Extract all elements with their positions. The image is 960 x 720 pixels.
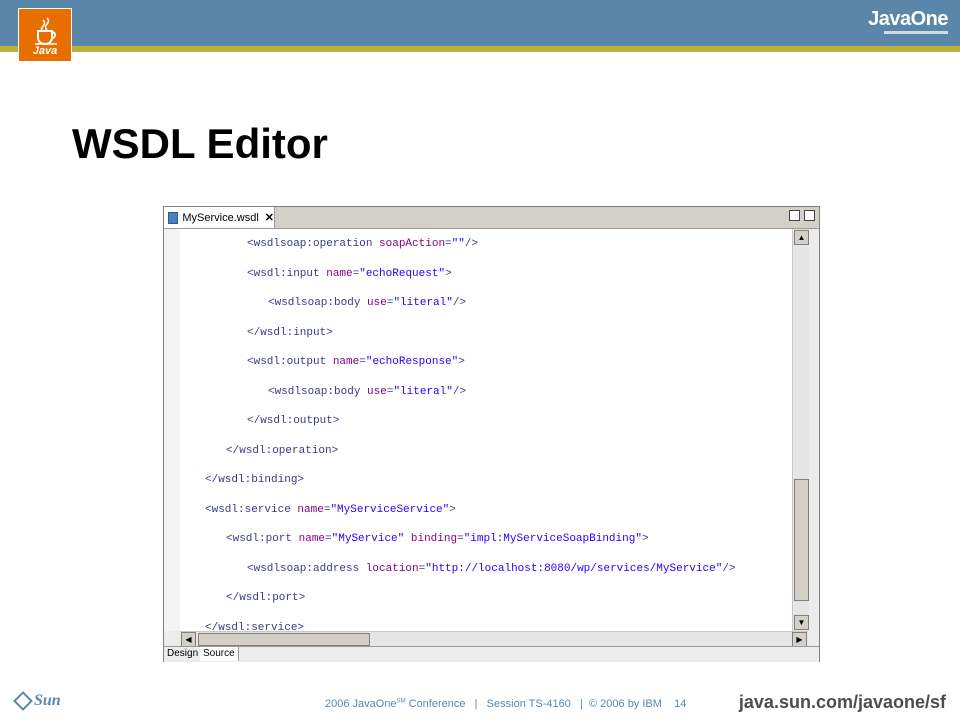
- code-token: "echoRequest": [359, 267, 446, 280]
- code-token: />: [464, 238, 479, 250]
- close-icon[interactable]: ✕: [265, 211, 274, 224]
- code-line: </wsdl:output>: [247, 414, 339, 428]
- code-line: <wsdl:port name="MyService" binding="imp…: [226, 532, 649, 546]
- code-token: >: [458, 356, 465, 368]
- code-token: </wsdl:port>: [226, 592, 306, 604]
- footer-conference-prefix: 2006 JavaOne: [325, 698, 397, 710]
- code-token: >: [445, 267, 452, 280]
- editor-tab-bar: MyService.wsdl ✕: [164, 207, 819, 229]
- java-cup-icon: [35, 17, 57, 45]
- code-token: name: [297, 503, 324, 516]
- footer-conference-info: 2006 JavaOneSM Conference | Session TS-4…: [325, 698, 686, 710]
- vertical-scroll-thumb[interactable]: [794, 479, 809, 601]
- code-token: "literal": [393, 385, 453, 398]
- code-token: "echoResponse": [365, 356, 459, 368]
- file-icon: [168, 211, 179, 224]
- code-token: >: [641, 533, 649, 545]
- code-token: =: [445, 238, 452, 250]
- javaone-logo-tagline: [884, 31, 948, 34]
- footer-conference-suffix: Conference | Session TS-4160 | © 2006 by…: [405, 698, 687, 710]
- code-token: =: [359, 356, 366, 368]
- code-line: <wsdlsoap:operation soapAction=""/>: [247, 237, 478, 251]
- code-token: >: [449, 503, 456, 516]
- code-line: <wsdl:input name="echoRequest">: [247, 267, 452, 281]
- code-line: </wsdl:input>: [247, 326, 333, 340]
- code-token: </wsdl:operation>: [226, 444, 339, 457]
- code-token: "literal": [393, 297, 453, 309]
- scroll-down-icon[interactable]: ▼: [794, 615, 809, 630]
- code-line: <wsdl:output name="echoResponse">: [247, 355, 465, 369]
- code-line: <wsdlsoap:body use="literal"/>: [268, 385, 466, 399]
- code-token: "MyServiceService": [330, 503, 450, 516]
- java-logo: Java: [18, 8, 72, 62]
- code-line: </wsdl:operation>: [226, 444, 338, 458]
- code-token: />: [452, 385, 467, 398]
- code-token: <wsdlsoap:address: [247, 562, 366, 575]
- code-token: "": [451, 238, 465, 250]
- sun-logo: Sun: [34, 692, 61, 709]
- scroll-up-icon[interactable]: ▲: [794, 230, 809, 245]
- code-token: />: [722, 562, 736, 575]
- horizontal-scrollbar[interactable]: ◀ ▶: [180, 631, 808, 647]
- code-token: <wsdlsoap:body: [268, 297, 368, 309]
- footer-url: java.sun.com/javaone/sf: [738, 692, 946, 712]
- code-token: use: [367, 385, 387, 398]
- code-line: </wsdl:binding>: [205, 473, 304, 487]
- scroll-left-icon[interactable]: ◀: [181, 632, 196, 647]
- code-token: <wsdlsoap:operation: [247, 238, 380, 250]
- header-stripe: [0, 46, 960, 52]
- slide-header: [0, 0, 960, 46]
- code-line: <wsdlsoap:address location="http://local…: [247, 562, 736, 576]
- code-token: soapAction: [379, 238, 446, 250]
- vertical-scrollbar[interactable]: ▲ ▼: [792, 229, 809, 631]
- tab-design[interactable]: Design: [164, 647, 203, 661]
- code-token: "impl:MyServiceSoapBinding": [463, 533, 642, 545]
- code-token: name: [326, 267, 353, 280]
- footer-conference-sup: SM: [396, 698, 406, 705]
- editor-gutter: [164, 229, 180, 631]
- minimize-icon[interactable]: [789, 210, 800, 221]
- tab-source[interactable]: Source: [200, 647, 239, 661]
- code-token: =: [325, 533, 332, 545]
- code-token: </wsdl:service>: [205, 621, 305, 632]
- sun-diamond-icon: [13, 691, 33, 711]
- code-line: </wsdl:port>: [226, 591, 305, 605]
- editor-tab-label: MyService.wsdl: [182, 211, 259, 224]
- code-token: location: [365, 562, 419, 575]
- code-token: name: [332, 356, 360, 368]
- code-token: <wsdl:input: [247, 267, 327, 280]
- code-line: </wsdl:service>: [205, 621, 304, 632]
- code-line: <wsdl:service name="MyServiceService">: [205, 503, 456, 517]
- java-logo-label: Java: [32, 45, 58, 57]
- code-token: =: [457, 533, 464, 545]
- wsdl-editor-window: MyService.wsdl ✕ <wsdlsoap:operation soa…: [163, 206, 820, 662]
- editor-tab-myservice[interactable]: MyService.wsdl ✕: [164, 207, 275, 228]
- code-token: <wsdl:service: [205, 503, 298, 516]
- code-token: </wsdl:output>: [247, 415, 340, 427]
- code-token: "http://localhost:8080/wp/services/MySer…: [425, 562, 723, 575]
- code-token: </wsdl:input>: [247, 326, 333, 339]
- horizontal-scroll-thumb[interactable]: [198, 633, 370, 646]
- editor-bottom-tabs: Design Source: [164, 646, 819, 662]
- code-token: <wsdl:port: [226, 533, 299, 545]
- code-token: binding: [410, 533, 458, 545]
- code-token: name: [298, 533, 326, 545]
- code-token: />: [452, 297, 467, 309]
- window-controls: [789, 210, 815, 221]
- slide-title: WSDL Editor: [72, 120, 328, 167]
- code-area[interactable]: <wsdlsoap:operation soapAction=""/> <wsdl…: [180, 229, 792, 631]
- code-line: <wsdlsoap:body use="literal"/>: [268, 296, 466, 310]
- code-token: <wsdlsoap:body: [268, 385, 368, 398]
- code-token: <wsdl:output: [247, 356, 333, 368]
- javaone-logo: JavaOne: [868, 8, 948, 30]
- maximize-icon[interactable]: [804, 210, 815, 221]
- code-token: use: [367, 297, 387, 309]
- scroll-right-icon[interactable]: ▶: [792, 632, 807, 647]
- code-token: </wsdl:binding>: [205, 474, 305, 486]
- code-token: "MyService": [331, 533, 405, 545]
